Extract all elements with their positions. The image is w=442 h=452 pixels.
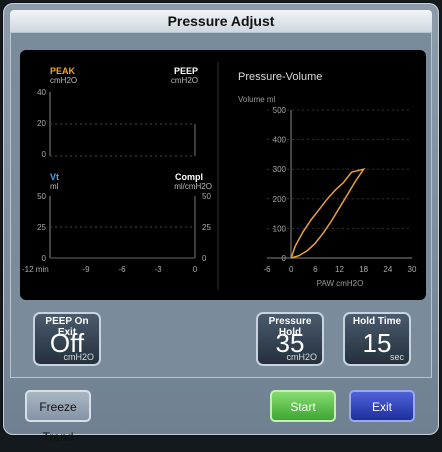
plot-area: PEAK cmH2O PEEP cmH2O 40 20 0 Vt ml Comp… — [20, 50, 426, 300]
peep-on-exit-unit: cmH2O — [63, 352, 94, 362]
bottom-ytick-25: 25 — [37, 223, 46, 232]
start-button[interactable]: Start — [270, 390, 336, 422]
pv-xlabel: PAW cmH2O — [317, 279, 364, 288]
bottom-ytick-0: 0 — [42, 254, 47, 263]
xtick-3: -3 — [154, 265, 162, 274]
pv-xticks: -6 0 6 12 18 24 30 — [263, 265, 417, 274]
xtick-9: -9 — [82, 265, 90, 274]
top-ytick-40: 40 — [37, 88, 46, 97]
pressure-hold-unit: cmH2O — [286, 352, 317, 362]
pv-xtick: 30 — [408, 265, 417, 274]
top-ytick-20: 20 — [37, 119, 46, 128]
xtick-12min: -12 min — [22, 265, 49, 274]
pv-ylabel: Volume ml — [238, 95, 276, 104]
pv-xtick: 0 — [289, 265, 294, 274]
pv-ytick: 200 — [273, 195, 287, 204]
top-ytick-0: 0 — [42, 150, 47, 159]
hold-time-label: Hold Time — [352, 316, 402, 327]
peak-label: PEAK — [50, 66, 76, 76]
bottom-rtick-50: 50 — [202, 192, 211, 201]
bottom-ytick-50: 50 — [37, 192, 46, 201]
pressure-hold-tile[interactable]: Pressure Hold 35 cmH2O — [256, 312, 324, 366]
xtick-0: 0 — [193, 265, 198, 274]
hold-time-tile[interactable]: Hold Time 15 sec — [343, 312, 411, 366]
vt-label: Vt — [50, 172, 59, 182]
pv-ytick: 100 — [273, 224, 287, 233]
pv-xtick: 12 — [335, 265, 344, 274]
vt-unit: ml — [50, 182, 59, 191]
bottom-rtick-0: 0 — [202, 254, 207, 263]
pv-xtick: 18 — [359, 265, 368, 274]
peep-on-exit-tile[interactable]: PEEP On Exit Off cmH2O — [33, 312, 101, 366]
pv-title: Pressure-Volume — [238, 71, 322, 83]
pv-ytick: 300 — [273, 165, 287, 174]
pv-xtick: -6 — [263, 265, 271, 274]
dialog-title: Pressure Adjust — [10, 10, 432, 32]
xtick-6: -6 — [118, 265, 126, 274]
pv-ytick: 400 — [273, 136, 287, 145]
compl-unit: ml/cmH2O — [174, 182, 212, 191]
hold-time-unit: sec — [389, 352, 404, 362]
pv-xtick: 24 — [383, 265, 392, 274]
pv-ytick: 500 — [273, 106, 287, 115]
exit-button[interactable]: Exit — [349, 390, 415, 422]
freeze-trend-button[interactable]: Freeze Trend — [25, 390, 91, 444]
bottom-rtick-25: 25 — [202, 223, 211, 232]
peep-unit: cmH2O — [171, 76, 198, 85]
compl-label: Compl — [175, 172, 203, 182]
pv-loop-curve — [290, 167, 366, 259]
graphs-svg: PEAK cmH2O PEEP cmH2O 40 20 0 Vt ml Comp… — [22, 62, 417, 290]
pv-xtick: 6 — [313, 265, 318, 274]
peak-unit: cmH2O — [50, 76, 77, 85]
pv-yticks: 5004003002001000 — [267, 106, 412, 263]
peep-label: PEEP — [174, 66, 198, 76]
